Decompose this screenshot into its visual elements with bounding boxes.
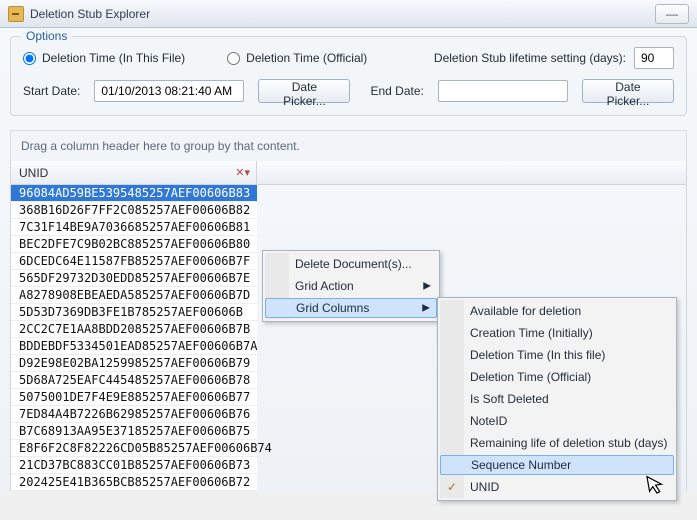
lifetime-label: Deletion Stub lifetime setting (days): [434, 51, 626, 65]
options-group-label: Options [21, 29, 72, 43]
submenu-item-label: NoteID [470, 414, 507, 428]
app-icon [8, 6, 24, 22]
submenu-item[interactable]: Creation Time (Initially) [440, 322, 674, 344]
submenu-item-label: Available for deletion [470, 304, 581, 318]
submenu-item-label: Sequence Number [471, 458, 571, 472]
filter-icon[interactable]: ✕▾ [235, 166, 250, 179]
table-row[interactable]: 5D68A725EAFC445485257AEF00606B78 [11, 372, 257, 389]
radio-in-file-label: Deletion Time (In This File) [42, 51, 185, 65]
table-row[interactable]: 202425E41B365BCB85257AEF00606B72 [11, 474, 257, 491]
submenu-item[interactable]: Deletion Time (In this file) [440, 344, 674, 366]
context-menu-item[interactable]: Delete Document(s)... [265, 253, 437, 275]
end-date-picker-button[interactable]: Date Picker... [582, 79, 674, 103]
table-row[interactable]: 368B16D26F7FF2C085257AEF00606B82 [11, 202, 257, 219]
table-row[interactable]: 5D53D7369DB3FE1B785257AEF00606B [11, 304, 257, 321]
table-row[interactable]: BEC2DFE7C9B02BC885257AEF00606B80 [11, 236, 257, 253]
submenu-item[interactable]: NoteID [440, 410, 674, 432]
table-row[interactable]: 2CC2C7E1AA8BDD2085257AEF00606B7B [11, 321, 257, 338]
radio-official-label: Deletion Time (Official) [246, 51, 367, 65]
submenu-item-label: Is Soft Deleted [470, 392, 549, 406]
lifetime-input[interactable] [634, 47, 674, 69]
table-row[interactable]: 7ED84A4B7226B62985257AEF00606B76 [11, 406, 257, 423]
submenu-item-label: UNID [470, 480, 499, 494]
table-row[interactable]: 565DF29732D30EDD85257AEF00606B7E [11, 270, 257, 287]
submenu-item-label: Deletion Time (Official) [470, 370, 591, 384]
start-date-label: Start Date: [23, 84, 80, 98]
table-row[interactable]: B7C68913AA95E37185257AEF00606B75 [11, 423, 257, 440]
table-row[interactable]: A8278908EBEAEDA585257AEF00606B7D [11, 287, 257, 304]
end-date-input[interactable] [438, 80, 568, 102]
table-row[interactable]: 5075001DE7F4E9E885257AEF00606B77 [11, 389, 257, 406]
table-row[interactable]: 7C31F14BE9A7036685257AEF00606B81 [11, 219, 257, 236]
submenu-item-label: Remaining life of deletion stub (days) [470, 436, 667, 450]
start-date-picker-button[interactable]: Date Picker... [258, 79, 350, 103]
submenu-item[interactable]: Sequence Number [440, 455, 674, 475]
column-header-unid[interactable]: UNID ✕▾ [11, 161, 257, 184]
table-row[interactable]: 6DCEDC64E11587FB85257AEF00606B7F [11, 253, 257, 270]
table-row[interactable]: 21CD37BC883CC01B85257AEF00606B73 [11, 457, 257, 474]
submenu-item-label: Deletion Time (In this file) [470, 348, 605, 362]
submenu-item[interactable]: Deletion Time (Official) [440, 366, 674, 388]
radio-deletion-time-in-file[interactable]: Deletion Time (In This File) [23, 51, 185, 65]
table-row[interactable]: 96084AD59BE5395485257AEF00606B83 [11, 185, 257, 202]
radio-official-input[interactable] [227, 52, 240, 65]
grid-columns-submenu[interactable]: Available for deletion Creation Time (Ini… [437, 297, 677, 501]
submenu-arrow-icon: ▶ [423, 281, 431, 292]
context-menu[interactable]: Delete Document(s)...Grid Action▶Grid Co… [262, 250, 440, 322]
window-titlebar: Deletion Stub Explorer — [0, 0, 697, 28]
minimize-button[interactable]: — [655, 4, 689, 24]
radio-in-file-input[interactable] [23, 52, 36, 65]
radio-deletion-time-official[interactable]: Deletion Time (Official) [227, 51, 367, 65]
context-menu-item[interactable]: Grid Action▶ [265, 275, 437, 297]
check-icon: ✓ [445, 480, 459, 494]
submenu-item[interactable]: Is Soft Deleted [440, 388, 674, 410]
column-header-label: UNID [19, 166, 48, 180]
submenu-item[interactable]: Remaining life of deletion stub (days) [440, 432, 674, 454]
table-row[interactable]: D92E98E02BA1259985257AEF00606B79 [11, 355, 257, 372]
submenu-item[interactable]: ✓ UNID [440, 476, 674, 498]
submenu-item[interactable]: Available for deletion [440, 300, 674, 322]
window-title: Deletion Stub Explorer [30, 0, 150, 28]
start-date-input[interactable] [94, 80, 244, 102]
options-group: Options Deletion Time (In This File) Del… [10, 36, 687, 116]
table-row[interactable]: E8F6F2C8F82226CD05B85257AEF00606B74 [11, 440, 257, 457]
submenu-arrow-icon: ▶ [422, 303, 430, 314]
submenu-item-label: Creation Time (Initially) [470, 326, 593, 340]
column-header-row: UNID ✕▾ [10, 161, 687, 185]
end-date-label: End Date: [370, 84, 423, 98]
table-row[interactable]: BDDEBDF5334501EAD85257AEF00606B7A [11, 338, 257, 355]
group-drop-zone[interactable]: Drag a column header here to group by th… [10, 130, 687, 161]
context-menu-item[interactable]: Grid Columns▶ [265, 298, 437, 318]
